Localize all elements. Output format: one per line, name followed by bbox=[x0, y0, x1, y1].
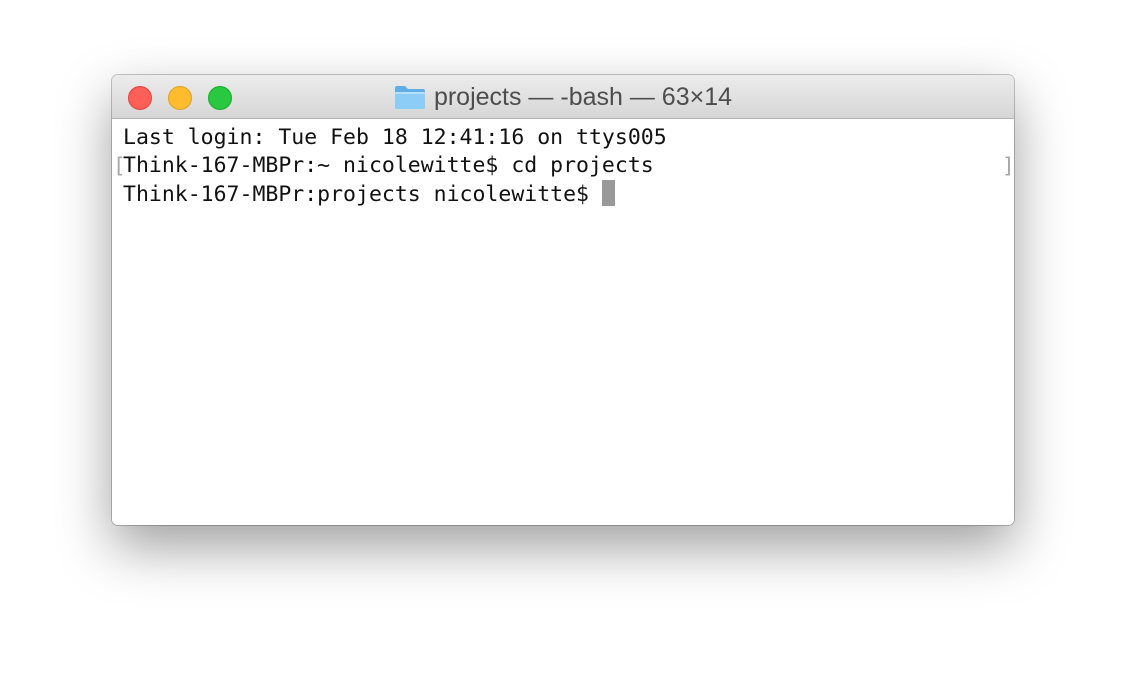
folder-icon bbox=[394, 86, 425, 109]
text-cursor bbox=[602, 180, 615, 206]
window-title-group: projects — -bash — 63×14 bbox=[112, 75, 1014, 119]
prompt-text: Think-167-MBPr:projects nicolewitte$ bbox=[123, 182, 589, 207]
terminal-line-login: Last login: Tue Feb 18 12:41:16 on ttys0… bbox=[123, 125, 667, 150]
terminal-line-prompt: Think-167-MBPr:projects nicolewitte$ bbox=[123, 180, 615, 208]
title-bar[interactable]: projects — -bash — 63×14 bbox=[112, 75, 1014, 119]
terminal-window: projects — -bash — 63×14 [ ] Last login:… bbox=[112, 75, 1014, 525]
terminal-content[interactable]: [ ] Last login: Tue Feb 18 12:41:16 on t… bbox=[112, 119, 1014, 525]
terminal-line-command: Think-167-MBPr:~ nicolewitte$ cd project… bbox=[123, 153, 654, 178]
mark-right: ] bbox=[1002, 154, 1014, 178]
window-title: projects — -bash — 63×14 bbox=[433, 82, 733, 111]
